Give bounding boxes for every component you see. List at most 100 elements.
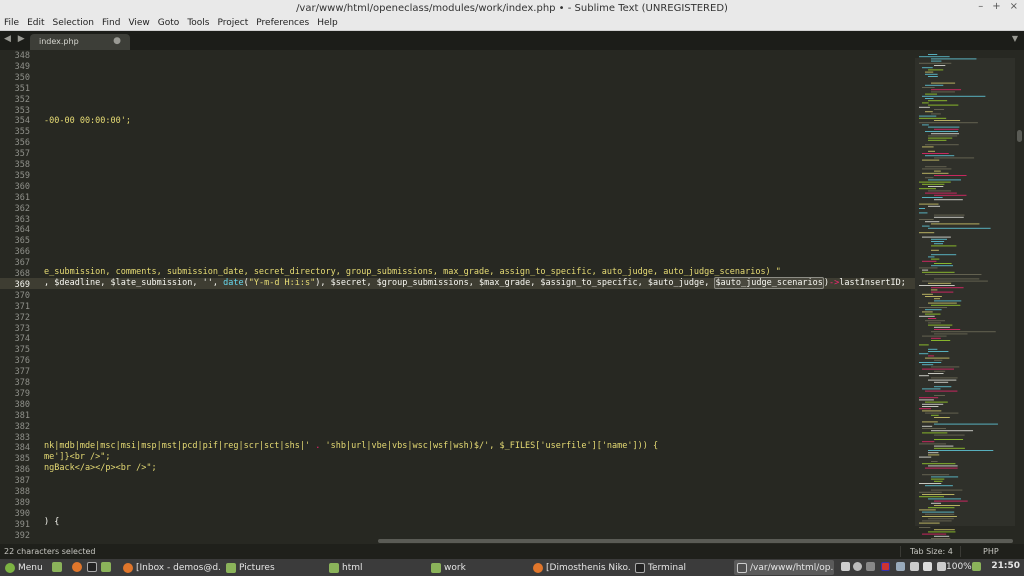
folder-icon (226, 562, 236, 573)
minimize-button[interactable]: – (978, 1, 983, 12)
line-number: 388 (14, 487, 30, 497)
unsaved-dot-icon[interactable]: ● (113, 36, 121, 46)
menu-goto[interactable]: Goto (154, 18, 184, 28)
code-text: lastInsertID; (839, 278, 906, 288)
window-label: /var/www/html/op... (750, 562, 834, 573)
show-desktop-icon[interactable] (52, 562, 62, 572)
minimap-line (922, 225, 930, 227)
minimap-line (928, 373, 944, 374)
code-line-369[interactable]: , $deadline, $late_submission, '', date(… (44, 277, 906, 289)
operator: -> (829, 278, 840, 288)
minimap-line (925, 513, 955, 515)
taskbar-window-work[interactable]: work (428, 560, 528, 575)
line-number: 373 (14, 323, 30, 334)
files-launcher-icon[interactable] (101, 562, 111, 572)
minimap-line (931, 461, 938, 462)
syntax-selector[interactable]: PHP (983, 547, 999, 556)
selection-status: 22 characters selected (4, 547, 96, 556)
line-number: 386 (14, 465, 30, 476)
start-menu-button[interactable]: Menu (2, 560, 48, 575)
minimap[interactable] (915, 50, 1015, 544)
maximize-button[interactable]: + (992, 1, 1000, 12)
terminal-launcher-icon[interactable] (87, 562, 97, 572)
bluetooth-tray-icon[interactable] (896, 562, 905, 571)
clock[interactable]: 21:50 (991, 561, 1020, 571)
taskbar-window-pictures[interactable]: Pictures (223, 560, 323, 575)
code-line-385[interactable]: me']}<br />"; (44, 452, 111, 463)
code-line-391[interactable]: ) { (44, 517, 59, 528)
menu-file[interactable]: File (0, 18, 23, 28)
menu-view[interactable]: View (124, 18, 153, 28)
minimap-line (931, 241, 945, 242)
menu-preferences[interactable]: Preferences (252, 18, 313, 28)
menu-bar: File Edit Selection Find View Goto Tools… (0, 16, 1024, 31)
menu-help[interactable]: Help (313, 18, 342, 28)
minimap-line (928, 318, 937, 319)
network-tray-icon[interactable] (841, 562, 850, 571)
menu-edit[interactable]: Edit (23, 18, 48, 28)
minimap-line (919, 509, 936, 511)
taskbar-window-dimosthenis[interactable]: [Dimosthenis Niko... (530, 560, 630, 575)
code-editor[interactable]: 348 349 350 351 352 353 354 355 356 357 358 359 360 3… (0, 50, 1024, 544)
minimap-line (922, 463, 956, 465)
code-line-354[interactable]: -00-00 00:00:00'; (44, 116, 131, 127)
menu-project[interactable]: Project (213, 18, 252, 28)
menu-tools[interactable]: Tools (183, 18, 213, 28)
minimap-line (919, 408, 931, 410)
tab-nav-arrows-icon[interactable]: ◀ ▶ (4, 34, 27, 44)
tab-index-php[interactable]: index.php ● (30, 34, 130, 50)
update-tray-icon[interactable] (866, 562, 875, 571)
minimap-line (931, 58, 977, 60)
minimap-line (919, 181, 951, 183)
code-line-384[interactable]: nk|mdb|mde|msc|msi|msp|mst|pcd|pif|reg|s… (44, 441, 658, 452)
battery-icon[interactable] (937, 562, 946, 571)
minimap-line (928, 150, 935, 152)
shield-tray-icon[interactable] (972, 562, 981, 571)
string-literal: ngBack</a></p><br />"; (44, 463, 157, 473)
minimap-line (922, 124, 929, 126)
minimap-line (919, 285, 955, 286)
wifi-tray-icon[interactable] (910, 562, 919, 571)
vertical-scroll-thumb[interactable] (1017, 130, 1022, 142)
taskbar-window-html[interactable]: html (326, 560, 426, 575)
code-line-386[interactable]: ngBack</a></p><br />"; (44, 463, 157, 474)
firefox-launcher-icon[interactable] (72, 562, 82, 572)
minimap-line (934, 439, 964, 440)
minimap-line (934, 120, 961, 121)
minimap-line (922, 335, 947, 337)
text-selection[interactable]: $auto_judge_scenarios (714, 277, 824, 289)
menu-find[interactable]: Find (98, 18, 124, 28)
minimap-line (934, 480, 943, 482)
minimap-line (922, 146, 934, 148)
minimap-line (919, 491, 942, 493)
volume-tray-icon[interactable] (923, 562, 932, 571)
minimap-line (928, 454, 940, 456)
taskbar-window-sublime[interactable]: /var/www/html/op... (734, 560, 834, 575)
minimap-line (928, 282, 952, 284)
minimap-line (922, 364, 934, 366)
taskbar-window-terminal[interactable]: Terminal (632, 560, 732, 575)
minimap-line (934, 243, 943, 245)
user-tray-icon[interactable] (853, 562, 862, 571)
minimap-line (925, 221, 940, 223)
us-flag-keyboard-icon[interactable] (881, 562, 890, 571)
horizontal-scroll-thumb[interactable] (378, 539, 1013, 543)
minimap-line (919, 122, 978, 124)
minimap-line (919, 232, 935, 234)
vertical-scrollbar[interactable] (1015, 50, 1024, 544)
taskbar-window-inbox[interactable]: [Inbox - demos@d... (120, 560, 220, 575)
minimap-line (934, 329, 961, 330)
minimap-line (931, 476, 959, 478)
tab-dropdown-icon[interactable]: ▼ (1012, 34, 1018, 43)
code-line-368[interactable]: e_submission, comments, submission_date,… (44, 267, 781, 278)
minimap-line (931, 489, 963, 491)
tab-label: index.php (39, 37, 79, 46)
line-number: 352 (14, 94, 30, 105)
minimap-line (925, 296, 942, 297)
mint-logo-icon (5, 562, 15, 573)
tab-size-selector[interactable]: Tab Size: 4 (910, 547, 953, 556)
minimap-line (934, 434, 965, 436)
minimap-line (919, 483, 942, 484)
menu-selection[interactable]: Selection (49, 18, 98, 28)
close-button[interactable]: × (1010, 1, 1018, 12)
